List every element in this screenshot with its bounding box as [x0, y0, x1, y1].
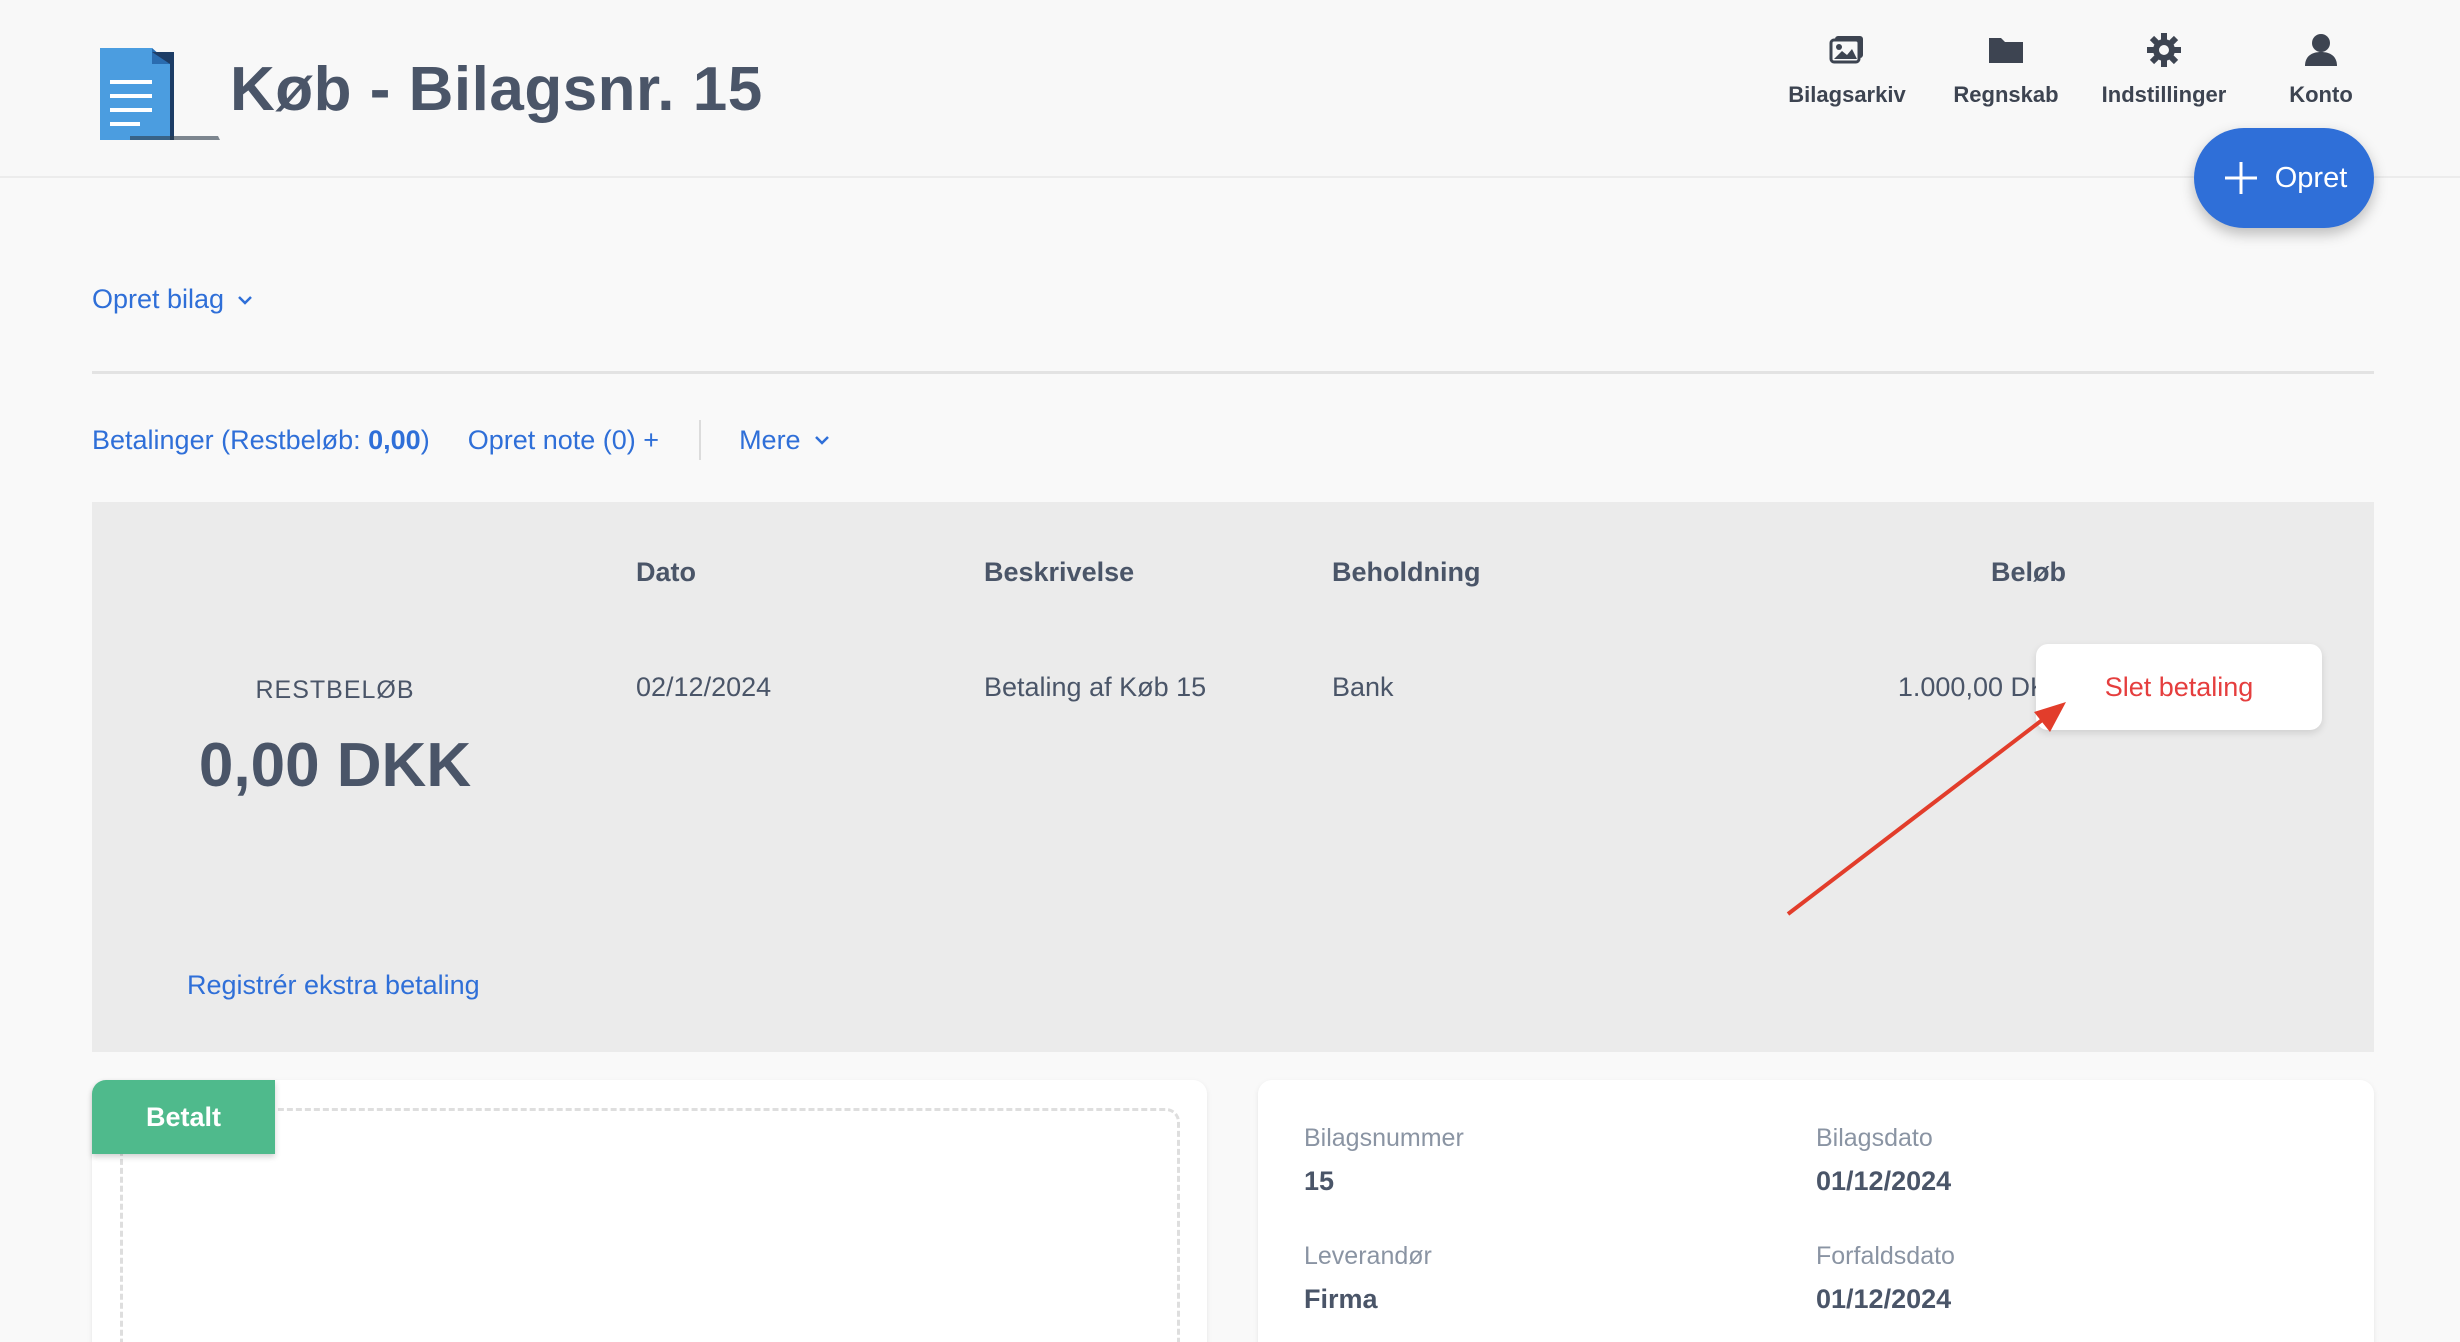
betalinger-tab[interactable]: Betalinger (Restbeløb: 0,00): [92, 425, 430, 456]
user-icon: [2305, 34, 2337, 66]
document-logo-icon: [100, 48, 220, 140]
page-title: Køb - Bilagsnr. 15: [230, 55, 763, 124]
forfaldsdato-label: Forfaldsdato: [1816, 1242, 1955, 1270]
column-header-beskrivelse: Beskrivelse: [984, 557, 1135, 587]
betalinger-prefix: Betalinger (Restbeløb:: [92, 424, 369, 455]
bilag-details-card: Bilagsnummer 15 Bilagsdato 01/12/2024 Le…: [1258, 1080, 2374, 1342]
nav-konto[interactable]: Konto: [2276, 30, 2366, 130]
payment-beskrivelse-link[interactable]: Betaling af Køb 15: [984, 672, 1206, 703]
nav-regnskab-label: Regnskab: [1953, 82, 2059, 107]
payment-dato: 02/12/2024: [636, 672, 772, 702]
opret-button-label: Opret: [2274, 161, 2348, 194]
column-header-dato: Dato: [636, 557, 696, 587]
status-badge: Betalt: [92, 1080, 275, 1154]
leverandor-value: Firma: [1304, 1284, 1378, 1314]
images-icon: [1829, 36, 1863, 64]
column-header-belob: Beløb: [1990, 557, 2066, 587]
bilagsnummer-value: 15: [1304, 1166, 1335, 1196]
mere-dropdown[interactable]: Mere: [739, 425, 831, 456]
opret-note-link[interactable]: Opret note (0) +: [468, 425, 659, 456]
folder-icon: [1989, 38, 2023, 63]
bilagsdato-label: Bilagsdato: [1816, 1124, 1933, 1152]
nav-bilagsarkiv[interactable]: Bilagsarkiv: [1782, 30, 1912, 130]
nav-regnskab[interactable]: Regnskab: [1948, 30, 2064, 130]
betalinger-suffix: ): [420, 424, 430, 455]
document-preview-card: Betalt: [92, 1080, 1207, 1342]
document-dropzone[interactable]: [120, 1108, 1180, 1342]
opret-bilag-dropdown[interactable]: Opret bilag: [92, 284, 254, 315]
restbelob-label: RESTBELØB: [255, 676, 415, 704]
restbelob-value: 0,00 DKK: [198, 731, 472, 800]
nav-bilagsarkiv-label: Bilagsarkiv: [1788, 82, 1906, 107]
plus-icon: [2224, 162, 2257, 194]
divider: [92, 371, 2374, 374]
chevron-down-icon: [238, 295, 252, 305]
nav-indstillinger[interactable]: Indstillinger: [2096, 30, 2232, 130]
opret-bilag-label: Opret bilag: [92, 284, 225, 314]
forfaldsdato-value: 01/12/2024: [1816, 1284, 1952, 1314]
registrer-ekstra-betaling-link[interactable]: Registrér ekstra betaling: [187, 970, 480, 1001]
annotation-arrow-icon: [1786, 702, 2066, 916]
app-header: Køb - Bilagsnr. 15 Bilagsarkiv Regnskab: [0, 0, 2460, 178]
gear-icon: [2147, 33, 2181, 67]
payments-subnav: Betalinger (Restbeløb: 0,00) Opret note …: [92, 420, 831, 460]
opret-button[interactable]: Opret: [2194, 128, 2374, 228]
betalinger-amount: 0,00: [368, 424, 421, 455]
payment-beholdning: Bank: [1332, 672, 1394, 702]
nav-konto-label: Konto: [2289, 82, 2353, 107]
column-header-beholdning: Beholdning: [1332, 557, 1481, 587]
bilagsnummer-label: Bilagsnummer: [1304, 1124, 1464, 1152]
chevron-down-icon: [814, 436, 829, 445]
subnav-separator: [699, 420, 702, 460]
bilagsdato-value: 01/12/2024: [1816, 1166, 1952, 1196]
mere-label: Mere: [739, 424, 801, 455]
leverandor-label: Leverandør: [1304, 1242, 1432, 1270]
nav-indstillinger-label: Indstillinger: [2101, 82, 2227, 107]
